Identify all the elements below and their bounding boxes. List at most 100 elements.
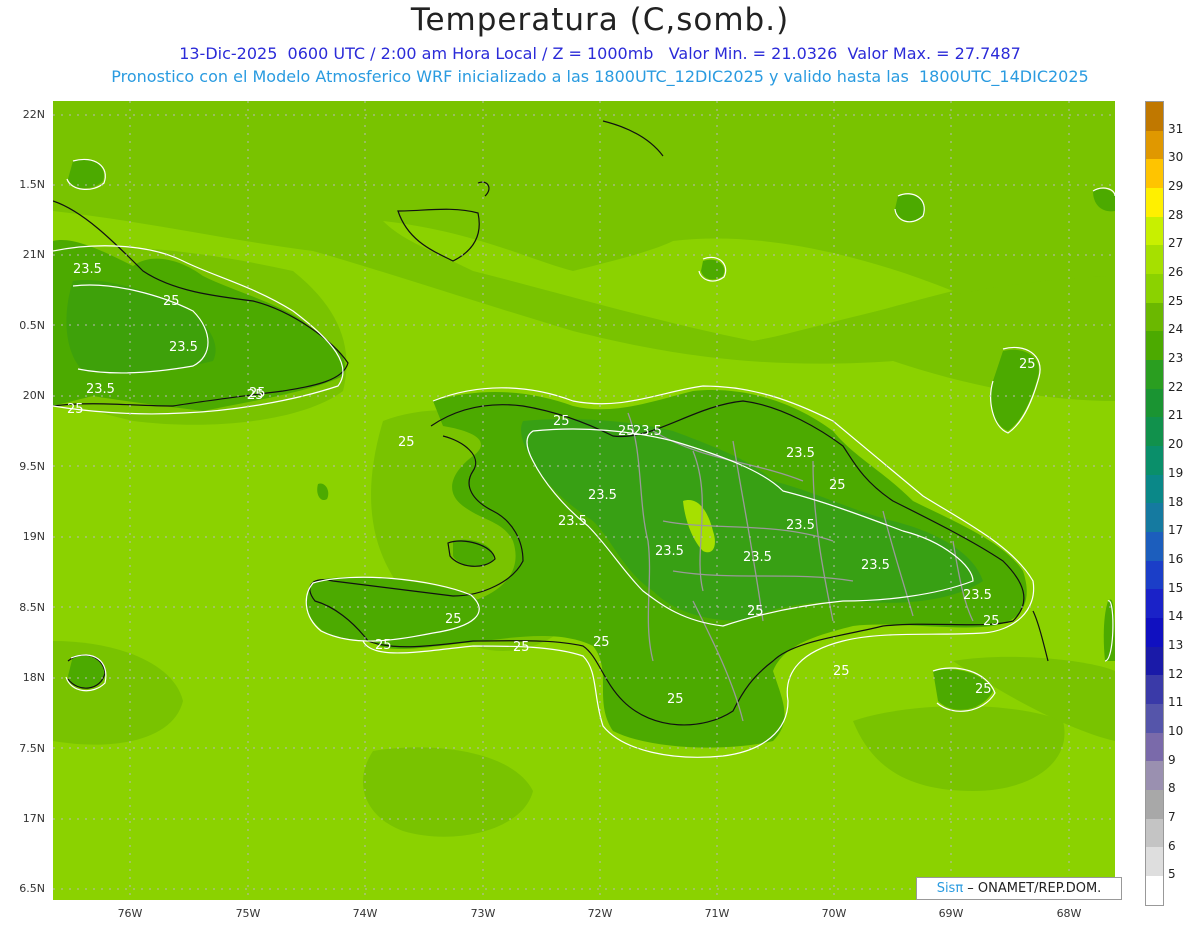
- lat-label: 6.5N: [19, 882, 45, 895]
- contour-label: 25: [247, 388, 264, 403]
- lon-label: 68W: [1056, 907, 1082, 920]
- colorbar-tick-label: 31: [1168, 121, 1184, 136]
- colorbar-tick-label: 25: [1168, 293, 1184, 308]
- contour-label: 25: [553, 414, 570, 429]
- lon-label: 74W: [352, 907, 378, 920]
- contour-label: 25: [163, 294, 180, 309]
- colorbar-segment: [1146, 675, 1163, 705]
- colorbar-segment: [1146, 818, 1163, 848]
- lon-label: 75W: [235, 907, 261, 920]
- subtitle-model-info: Pronostico con el Modelo Atmosferico WRF…: [111, 67, 1089, 86]
- colorbar-segment: [1146, 646, 1163, 676]
- lon-label: 69W: [938, 907, 964, 920]
- colorbar-tick-label: 17: [1168, 523, 1184, 538]
- colorbar-segment: [1146, 790, 1163, 819]
- colorbar-segment: [1146, 847, 1163, 877]
- lat-label: 8.5N: [19, 601, 45, 614]
- colorbar-segment: [1146, 331, 1163, 361]
- colorbar-tick-label: 7: [1168, 809, 1176, 824]
- contour-label: 25: [375, 638, 392, 653]
- lon-label: 76W: [117, 907, 143, 920]
- contour-label: 23.5: [786, 446, 815, 461]
- colorbar-segment: [1146, 876, 1163, 905]
- contour-label: 25: [398, 435, 415, 450]
- colorbar-segment: [1146, 532, 1163, 561]
- contour-label: 25: [667, 692, 684, 707]
- colorbar-segment: [1146, 302, 1163, 332]
- contour-label: 23.5: [743, 550, 772, 565]
- colorbar-segment: [1146, 102, 1163, 131]
- lat-label: 22N: [22, 108, 45, 121]
- contour-label: 23.5: [633, 424, 662, 439]
- subtitle-date-range: 13-Dic-2025 0600 UTC / 2:00 am Hora Loca…: [179, 44, 1021, 63]
- contour-label: 23.5: [169, 340, 198, 355]
- colorbar-tick-label: 19: [1168, 465, 1184, 480]
- lon-label: 73W: [470, 907, 496, 920]
- contour-label: 25: [445, 612, 462, 627]
- credit-logo: Sisπ: [936, 881, 964, 896]
- colorbar-tick-label: 28: [1168, 207, 1184, 222]
- colorbar-segment: [1146, 216, 1163, 246]
- credit-text: – ONAMET/REP.DOM.: [963, 881, 1102, 896]
- contour-label: 23.5: [86, 382, 115, 397]
- lon-label: 71W: [704, 907, 730, 920]
- contour-label: 23.5: [786, 518, 815, 533]
- colorbar-segment: [1146, 618, 1163, 647]
- lat-label: 9.5N: [19, 460, 45, 473]
- contour-label: 25: [1019, 357, 1036, 372]
- lat-label: 19N: [22, 530, 45, 543]
- lat-label: 21N: [22, 248, 45, 261]
- colorbar-segment: [1146, 446, 1163, 475]
- colorbar-tick-label: 10: [1168, 723, 1184, 738]
- contour-label: 23.5: [558, 514, 587, 529]
- colorbar-tick-label: 27: [1168, 236, 1184, 251]
- colorbar-tick-label: 5: [1168, 867, 1176, 882]
- colorbar-tick-label: 18: [1168, 494, 1184, 509]
- lat-label: 0.5N: [19, 319, 45, 332]
- colorbar-tick-label: 8: [1168, 781, 1176, 796]
- colorbar-tick-label: 9: [1168, 752, 1176, 767]
- colorbar-segment: [1146, 761, 1163, 791]
- colorbar-segment: [1146, 503, 1163, 533]
- colorbar-segment: [1146, 388, 1163, 418]
- credit-box: Sisπ – ONAMET/REP.DOM.: [916, 877, 1122, 900]
- contour-label: 25: [747, 604, 764, 619]
- contour-label: 23.5: [655, 544, 684, 559]
- colorbar-segment: [1146, 560, 1163, 590]
- map-title: Temperatura (C,somb.): [410, 2, 790, 38]
- map-canvas: 23.5 25 25 23.5 23.5 25 25 25 25 23.5 23…: [53, 101, 1115, 900]
- colorbar-tick-label: 24: [1168, 322, 1184, 337]
- colorbar-tick-label: 16: [1168, 551, 1184, 566]
- colorbar-segment: [1146, 417, 1163, 447]
- colorbar-tick-label: 12: [1168, 666, 1184, 681]
- colorbar-tick-label: 6: [1168, 838, 1176, 853]
- lat-label: 17N: [22, 812, 45, 825]
- colorbar-segment: [1146, 474, 1163, 504]
- contour-label: 25: [67, 402, 84, 417]
- colorbar-tick-label: 14: [1168, 609, 1184, 624]
- colorbar: [1145, 101, 1164, 906]
- colorbar-segment: [1146, 245, 1163, 275]
- colorbar-segment: [1146, 188, 1163, 217]
- contour-label: 25: [829, 478, 846, 493]
- lat-label: 1.5N: [19, 178, 45, 191]
- contour-label: 25: [513, 640, 530, 655]
- lat-label: 7.5N: [19, 742, 45, 755]
- colorbar-segment: [1146, 159, 1163, 189]
- contour-label: 25: [983, 614, 1000, 629]
- colorbar-segment: [1146, 360, 1163, 389]
- colorbar-tick-label: 29: [1168, 179, 1184, 194]
- colorbar-segment: [1146, 704, 1163, 733]
- colorbar-tick-label: 21: [1168, 408, 1184, 423]
- contour-label: 25: [975, 682, 992, 697]
- contour-label: 25: [593, 635, 610, 650]
- colorbar-tick-label: 13: [1168, 637, 1184, 652]
- contour-label: 25: [833, 664, 850, 679]
- colorbar-segment: [1146, 589, 1163, 619]
- colorbar-tick-label: 15: [1168, 580, 1184, 595]
- contour-label: 23.5: [588, 488, 617, 503]
- colorbar-tick-label: 23: [1168, 351, 1184, 366]
- lon-label: 70W: [821, 907, 847, 920]
- colorbar-tick-label: 26: [1168, 265, 1184, 280]
- contour-label: 23.5: [963, 588, 992, 603]
